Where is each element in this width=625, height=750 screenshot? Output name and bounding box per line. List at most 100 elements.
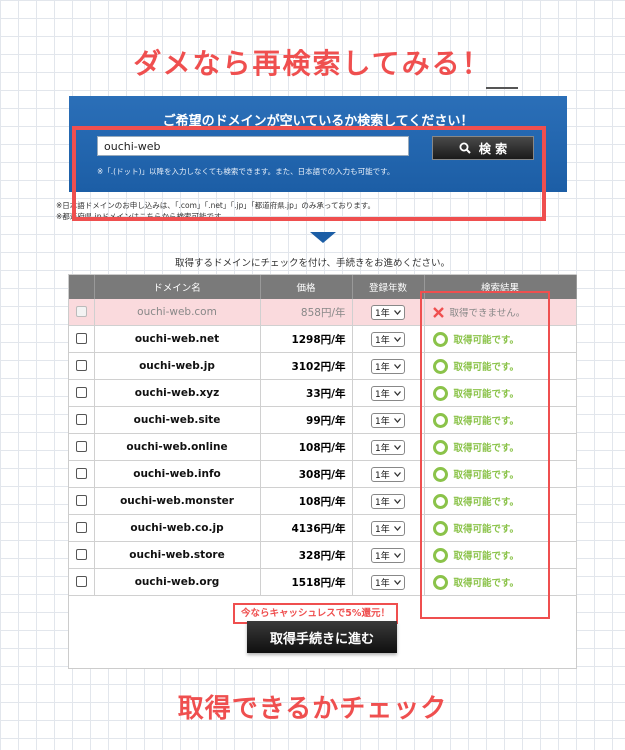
chevron-down-icon [394,336,401,342]
domain-name: ouchi-web.store [94,541,261,569]
years-cell: 1年 [352,541,425,569]
domain-checkbox[interactable] [75,360,87,372]
years-cell: 1年 [352,352,425,380]
years-select[interactable]: 1年 [371,412,405,428]
years-select[interactable]: 1年 [371,520,405,536]
checkbox-cell [69,487,95,515]
domain-name: ouchi-web.net [94,325,261,353]
bottom-heading: 取得できるかチェック [177,694,448,724]
decorative-underline [486,87,518,89]
years-cell: 1年 [352,433,425,461]
years-value: 1年 [375,578,390,589]
domain-checkbox[interactable] [75,468,87,480]
domain-checkbox[interactable] [75,333,87,345]
domain-price: 108円/年 [260,487,353,515]
years-cell: 1年 [352,514,425,542]
domain-checkbox [75,306,87,318]
years-cell: 1年 [352,406,425,434]
chevron-down-icon [394,390,401,396]
years-select[interactable]: 1年 [371,574,405,590]
checkbox-cell [69,568,95,596]
checkbox-cell [69,514,95,542]
chevron-down-icon [394,498,401,504]
years-cell: 1年 [352,379,425,407]
years-select[interactable]: 1年 [371,385,405,401]
results-highlight-frame [420,291,550,619]
years-value: 1年 [375,497,390,508]
search-highlight-frame [72,126,546,221]
top-heading: ダメなら再検索してみる！ [133,47,492,80]
chevron-down-icon [394,525,401,531]
domain-checkbox[interactable] [75,549,87,561]
header-domain: ドメイン名 [94,275,261,299]
domain-price: 308円/年 [260,460,353,488]
checkbox-cell [69,352,95,380]
domain-price: 3102円/年 [260,352,353,380]
header-price: 価格 [260,275,353,299]
domain-name: ouchi-web.online [94,433,261,461]
domain-checkbox[interactable] [75,387,87,399]
years-value: 1年 [375,551,390,562]
years-select[interactable]: 1年 [371,547,405,563]
years-select[interactable]: 1年 [371,358,405,374]
domain-price: 858円/年 [260,299,353,326]
years-select[interactable]: 1年 [371,466,405,482]
years-cell: 1年 [352,487,425,515]
checkbox-cell [69,325,95,353]
domain-price: 1518円/年 [260,568,353,596]
domain-price: 99円/年 [260,406,353,434]
years-value: 1年 [375,470,390,481]
domain-price: 328円/年 [260,541,353,569]
years-value: 1年 [375,308,390,319]
years-select[interactable]: 1年 [371,493,405,509]
proceed-button[interactable]: 取得手続きに進む [247,621,397,653]
down-arrow-icon [310,232,336,243]
years-select[interactable]: 1年 [371,331,405,347]
domain-name: ouchi-web.site [94,406,261,434]
domain-price: 4136円/年 [260,514,353,542]
domain-checkbox[interactable] [75,495,87,507]
domain-name: ouchi-web.co.jp [94,514,261,542]
years-value: 1年 [375,524,390,535]
checkbox-cell [69,379,95,407]
header-checkbox [69,275,95,299]
years-value: 1年 [375,362,390,373]
checkbox-cell [69,541,95,569]
checkbox-cell [69,299,95,326]
chevron-down-icon [394,552,401,558]
years-cell: 1年 [352,568,425,596]
years-value: 1年 [375,389,390,400]
chevron-down-icon [394,309,401,315]
checkbox-cell [69,406,95,434]
chevron-down-icon [394,417,401,423]
domain-checkbox[interactable] [75,441,87,453]
chevron-down-icon [394,579,401,585]
domain-name: ouchi-web.org [94,568,261,596]
chevron-down-icon [394,363,401,369]
years-value: 1年 [375,335,390,346]
domain-name: ouchi-web.com [94,299,261,326]
chevron-down-icon [394,471,401,477]
instruction-text: 取得するドメインにチェックを付け、手続きをお進めください。 [174,258,451,269]
years-value: 1年 [375,416,390,427]
years-cell: 1年 [352,299,425,326]
domain-name: ouchi-web.xyz [94,379,261,407]
checkbox-cell [69,460,95,488]
years-select[interactable]: 1年 [371,304,405,320]
domain-price: 33円/年 [260,379,353,407]
domain-name: ouchi-web.monster [94,487,261,515]
domain-price: 108円/年 [260,433,353,461]
years-value: 1年 [375,443,390,454]
domain-name: ouchi-web.jp [94,352,261,380]
domain-checkbox[interactable] [75,576,87,588]
header-years: 登録年数 [352,275,425,299]
checkbox-cell [69,433,95,461]
domain-checkbox[interactable] [75,522,87,534]
chevron-down-icon [394,444,401,450]
domain-price: 1298円/年 [260,325,353,353]
domain-name: ouchi-web.info [94,460,261,488]
years-cell: 1年 [352,325,425,353]
years-select[interactable]: 1年 [371,439,405,455]
years-cell: 1年 [352,460,425,488]
domain-checkbox[interactable] [75,414,87,426]
